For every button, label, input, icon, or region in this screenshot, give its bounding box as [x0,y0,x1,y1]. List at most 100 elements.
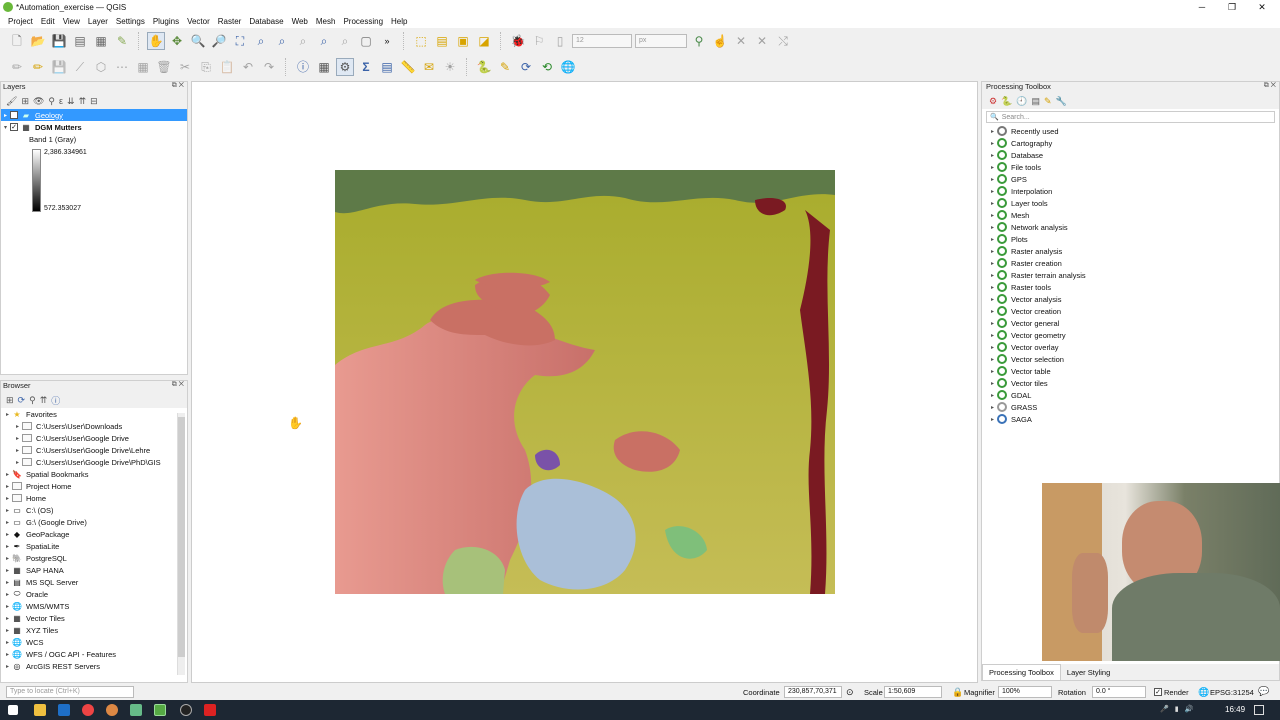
close-button[interactable]: ✕ [1252,1,1272,13]
processing-item[interactable]: ▸ Vector analysis [988,293,1279,305]
open-table-icon[interactable]: ▤ [378,58,396,76]
processing-item[interactable]: ▸ Raster analysis [988,245,1279,257]
browser-item[interactable]: ▸ C:\Users\User\Google Drive\PhD\GIS [3,456,187,468]
browser-item[interactable]: ▸ ▤ MS SQL Server [3,576,187,588]
expand-arrow-icon[interactable]: ▸ [3,483,12,490]
qgis-active-icon[interactable] [154,704,166,716]
menu-layer[interactable]: Layer [84,17,112,26]
expand-arrow-icon[interactable]: ▸ [988,164,997,171]
geology-map[interactable] [335,170,835,594]
identify-icon[interactable]: ⓘ [294,58,312,76]
zoom-next-icon[interactable]: ⌕ [336,32,354,50]
expand-arrow-icon[interactable]: ▸ [3,651,12,658]
browser-item[interactable]: ▸ ▦ XYZ Tiles [3,624,187,636]
label-tool-icon[interactable]: ⚐ [530,32,548,50]
models-icon[interactable]: ⚙ [989,96,997,107]
layer-visibility-checkbox[interactable]: ✓ [10,111,18,119]
rotate-feature-icon[interactable]: ✕ [753,32,771,50]
edit-features-inplace-icon[interactable]: ✎ [1044,96,1052,107]
measure-icon[interactable]: 📏 [399,58,417,76]
layer-item-geology[interactable]: ▸ ✓ ▰ Geology [1,109,187,121]
expand-arrow-icon[interactable]: ▸ [988,380,997,387]
browser-item[interactable]: ▸ 🔖 Spatial Bookmarks [3,468,187,480]
expand-arrow-icon[interactable]: ▸ [988,356,997,363]
lock-scale-icon[interactable]: 🔒 [952,687,963,698]
processing-item[interactable]: ▸ Layer tools [988,197,1279,209]
system-tray[interactable]: 🎤 ▮ 🔊 [1160,705,1220,715]
processing-item[interactable]: ▸ Database [988,149,1279,161]
statistics-icon[interactable]: Σ [357,58,375,76]
volume-icon[interactable]: 🔊 [1185,705,1194,715]
menu-plugins[interactable]: Plugins [149,17,183,26]
scripts-icon[interactable]: 🐍 [1001,96,1012,107]
expand-arrow-icon[interactable]: ▸ [988,128,997,135]
processing-item[interactable]: ▸ SAGA [988,413,1279,425]
toggle-extents-icon[interactable]: ⊙ [846,687,854,698]
expand-arrow-icon[interactable]: ▸ [988,188,997,195]
collapse-arrow-icon[interactable]: ▾ [1,124,10,131]
processing-item[interactable]: ▸ Vector tiles [988,377,1279,389]
map-canvas[interactable]: ✋ [191,81,978,683]
save-edits-icon[interactable]: 💾 [50,58,68,76]
rotation-field[interactable]: 0.0 ° [1092,686,1146,698]
expand-arrow-icon[interactable]: ▸ [988,284,997,291]
menu-help[interactable]: Help [387,17,411,26]
open-project-icon[interactable]: 📂 [29,32,47,50]
qgis-app-icon[interactable] [130,704,142,716]
menu-edit[interactable]: Edit [37,17,59,26]
select-features-icon[interactable]: ⬚ [412,32,430,50]
toggle-editing-icon[interactable]: ✏ [29,58,47,76]
plugin-tool-icon[interactable]: ✎ [496,58,514,76]
vertex-tool-icon[interactable]: ⋯ [113,58,131,76]
pan-map-icon[interactable]: ✋ [147,32,165,50]
select-location-icon[interactable]: ◪ [475,32,493,50]
browser-scrollbar[interactable] [177,413,185,675]
expand-arrow-icon[interactable]: ▸ [988,236,997,243]
label-pin-icon[interactable]: ▯ [551,32,569,50]
browser-item[interactable]: ▸ 🌐 WCS [3,636,187,648]
zoom-selection-icon[interactable]: ⌕ [252,32,270,50]
expand-arrow-icon[interactable]: ▸ [3,495,12,502]
minimize-button[interactable]: ─ [1192,1,1212,13]
zoom-full-icon[interactable]: ⛶ [231,32,249,50]
expand-arrow-icon[interactable]: ▸ [13,459,22,466]
browser-item[interactable]: ▸ Project Home [3,480,187,492]
render-checkbox[interactable]: ✓ [1154,688,1162,696]
expand-arrow-icon[interactable]: ▸ [3,663,12,670]
properties-icon[interactable]: ⓘ [51,394,60,407]
panel-close-icon[interactable]: ⧉ ✕ [1264,82,1276,90]
zoom-out-icon[interactable]: 🔎 [210,32,228,50]
magnifier-field[interactable]: 100% [998,686,1052,698]
options-icon[interactable]: 🔧 [1056,96,1067,107]
processing-item[interactable]: ▸ Vector overlay [988,341,1279,353]
expand-arrow-icon[interactable]: ▸ [3,639,12,646]
expand-arrow-icon[interactable]: ▸ [988,344,997,351]
open-layer-styling-icon[interactable]: 🖌 [6,96,17,107]
expand-arrow-icon[interactable]: ▸ [13,423,22,430]
processing-item[interactable]: ▸ Recently used [988,125,1279,137]
menu-processing[interactable]: Processing [339,17,387,26]
tab-layer-styling[interactable]: Layer Styling [1061,665,1116,680]
windows-start-icon[interactable] [8,705,18,715]
delete-selected-icon[interactable]: 🗑 [155,58,173,76]
menu-project[interactable]: Project [4,17,37,26]
browser-item[interactable]: ▸ ▦ Vector Tiles [3,612,187,624]
browser-item[interactable]: ▸ 🌐 WFS / OGC API - Features [3,648,187,660]
filter-legend-icon[interactable]: ⚲ [48,96,55,107]
processing-item[interactable]: ▸ GPS [988,173,1279,185]
messages-icon[interactable]: 💬 [1258,686,1269,697]
expand-arrow-icon[interactable]: ▸ [988,320,997,327]
processing-item[interactable]: ▸ Vector general [988,317,1279,329]
filter-browser-icon[interactable]: ⚲ [29,395,36,406]
style-manager-icon[interactable]: ✎ [113,32,131,50]
layer-visibility-checkbox[interactable]: ✓ [10,123,18,131]
collapse-all-icon[interactable]: ⇈ [79,96,87,107]
browser-item[interactable]: ▸ 🐘 PostgreSQL [3,552,187,564]
expand-arrow-icon[interactable]: ▸ [3,507,12,514]
manage-map-themes-icon[interactable]: 👁 [33,96,44,107]
results-viewer-icon[interactable]: ▤ [1032,96,1041,107]
locator-input[interactable]: Type to locate (Ctrl+K) [6,686,134,698]
refresh-icon[interactable]: ⟳ [18,395,26,406]
more-tools-icon[interactable]: » [378,32,396,50]
acrobat-icon[interactable] [204,704,216,716]
